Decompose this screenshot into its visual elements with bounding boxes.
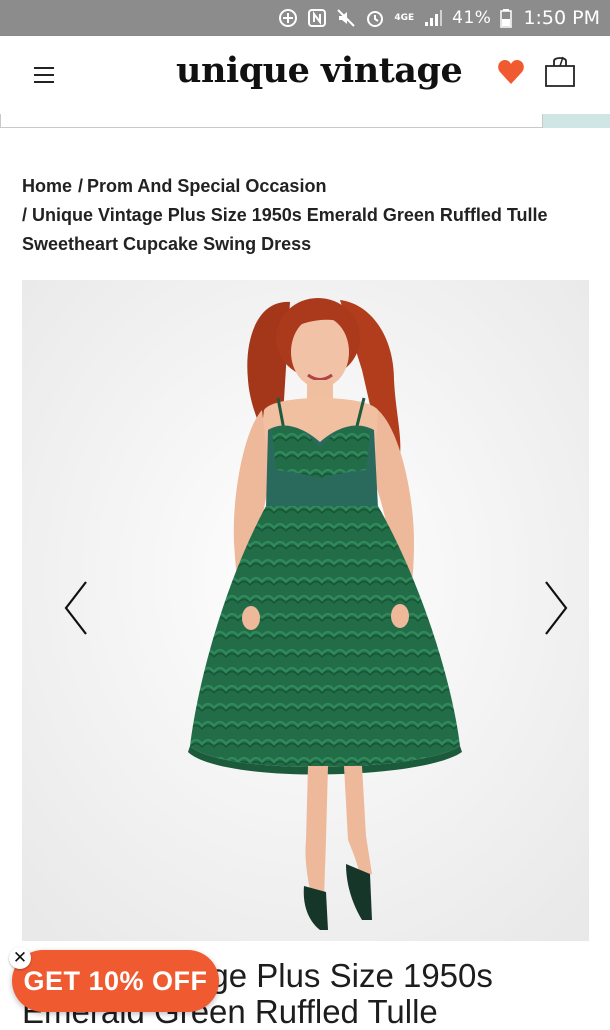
site-logo[interactable]: unique vintage [176, 50, 463, 91]
chevron-left-icon[interactable] [62, 580, 90, 636]
product-gallery [22, 280, 589, 941]
clock: 1:50 PM [523, 7, 600, 29]
breadcrumb: Home / Prom And Special Occasion / Unique V… [22, 172, 587, 259]
breadcrumb-home[interactable]: Home [22, 176, 72, 196]
shopping-bag-icon[interactable] [543, 54, 577, 88]
search-input[interactable] [0, 114, 543, 128]
breadcrumb-prom[interactable]: Prom And Special Occasion [87, 176, 326, 196]
battery-percent: 41% [452, 8, 492, 28]
product-image [22, 280, 589, 941]
search-bar [0, 114, 610, 129]
nfc-icon [307, 8, 327, 28]
chevron-right-icon[interactable] [542, 580, 570, 636]
breadcrumb-current: Unique Vintage Plus Size 1950s Emerald G… [22, 205, 548, 254]
battery-icon [500, 8, 513, 28]
network-type-label: 4GE [394, 12, 415, 23]
breadcrumb-separator: / [78, 176, 84, 196]
signal-icon [423, 8, 443, 28]
breadcrumb-separator: / [22, 205, 33, 225]
data-saver-icon [278, 8, 298, 28]
mute-icon [336, 8, 356, 28]
hamburger-menu-icon[interactable] [34, 67, 54, 83]
search-button[interactable] [543, 114, 610, 128]
close-icon[interactable]: ✕ [9, 947, 31, 969]
heart-icon[interactable] [497, 59, 525, 85]
alarm-icon [365, 8, 385, 28]
discount-button[interactable]: GET 10% OFF [12, 950, 219, 1012]
site-header: unique vintage [0, 36, 610, 114]
status-bar: 4GE 41% 1:50 PM [0, 0, 610, 36]
